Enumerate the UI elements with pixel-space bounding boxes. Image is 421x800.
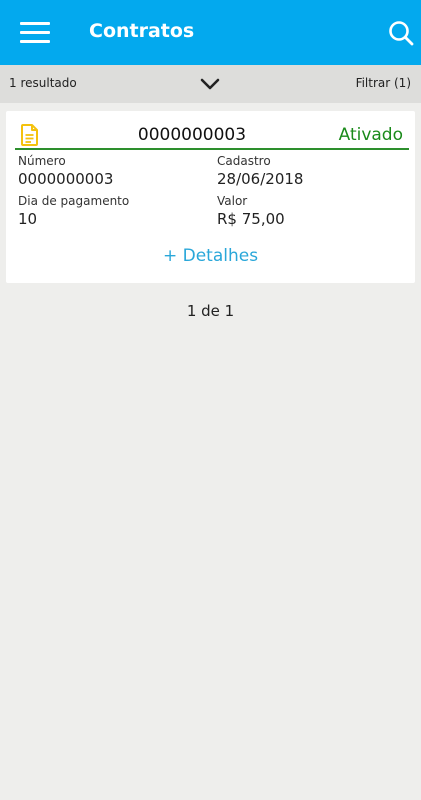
search-button[interactable] <box>386 18 416 48</box>
filter-button[interactable]: Filtrar (1) <box>356 76 411 90</box>
app-header: Contratos <box>0 0 421 65</box>
status-divider <box>15 148 409 150</box>
status-badge: Ativado <box>338 125 403 145</box>
numero-label: Número <box>18 154 66 168</box>
details-link[interactable]: + Detalhes <box>6 246 415 266</box>
app-screen: Contratos 1 resultado Filtrar (1) 000000… <box>0 0 421 800</box>
results-count: 1 resultado <box>9 76 77 90</box>
pagination-indicator: 1 de 1 <box>186 302 235 320</box>
chevron-down-icon <box>200 78 220 90</box>
menu-button[interactable] <box>14 14 54 52</box>
search-icon <box>389 21 414 46</box>
valor-value: R$ 75,00 <box>217 210 285 228</box>
filter-bar: 1 resultado Filtrar (1) <box>0 65 421 103</box>
dia-pagamento-value: 10 <box>18 210 38 228</box>
page-title: Contratos <box>89 20 195 42</box>
dia-pagamento-label: Dia de pagamento <box>18 194 130 208</box>
contract-card[interactable]: 0000000003 Ativado Número 0000000003 Cad… <box>6 111 415 283</box>
expand-filter-toggle[interactable] <box>199 74 221 94</box>
cadastro-value: 28/06/2018 <box>217 170 304 188</box>
valor-label: Valor <box>217 194 248 208</box>
contract-number-title: 0000000003 <box>137 125 247 145</box>
cadastro-label: Cadastro <box>217 154 271 168</box>
numero-value: 0000000003 <box>18 170 114 188</box>
